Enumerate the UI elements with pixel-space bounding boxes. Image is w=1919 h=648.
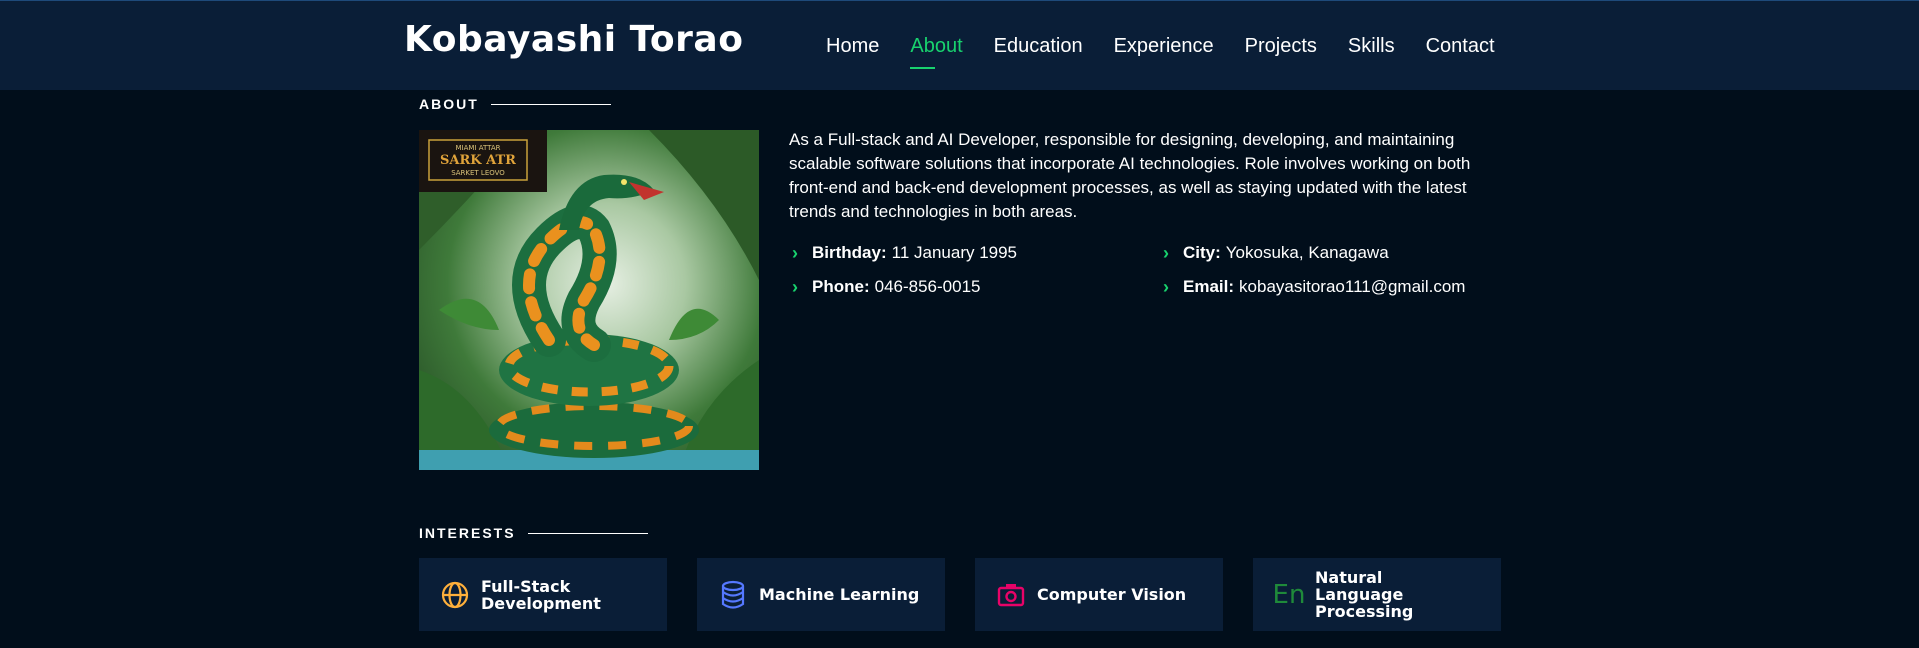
title-divider [527,532,648,534]
interests-section-title: INTERESTS [419,525,648,541]
badge-line-3: SARKET LEOVO [451,169,505,177]
interest-label: Computer Vision [1037,585,1187,604]
camera-icon [995,579,1027,611]
badge-line-2: SARK ATR [440,153,516,168]
about-description: As a Full-stack and AI Developer, respon… [789,130,1471,221]
interest-card-nlp[interactable]: En Natural Language Processing [1253,558,1501,631]
fact-email: › Email: kobayasitorao111@gmail.com [1163,275,1465,299]
fact-label: Phone: [812,277,870,296]
nav-item-contact[interactable]: Contact [1426,31,1495,61]
interest-label: Machine Learning [759,585,920,604]
fact-phone: › Phone: 046-856-0015 [792,275,980,299]
snake-illustration: MIAMI ATTAR SARK ATR SARKET LEOVO [419,130,759,470]
site-logo-text[interactable]: Kobayashi Torao [404,19,743,60]
chevron-right-icon: › [1163,243,1169,263]
top-navbar: Kobayashi Torao Home About Education Exp… [0,0,1919,90]
database-icon [717,579,749,611]
fact-value: Yokosuka, Kanagawa [1225,243,1389,262]
fact-city: › City: Yokosuka, Kanagawa [1163,241,1389,265]
interest-label: Full-Stack Development [481,576,601,613]
fact-value: kobayasitorao111@gmail.com [1239,277,1466,296]
profile-photo: MIAMI ATTAR SARK ATR SARKET LEOVO [419,130,759,470]
interest-card-fullstack[interactable]: Full-Stack Development [419,558,667,631]
nav-item-education[interactable]: Education [994,31,1083,61]
fact-value: 046-856-0015 [874,277,981,296]
interest-label: Natural Language Processing [1315,568,1414,621]
title-divider [490,103,611,105]
interest-card-ml[interactable]: Machine Learning [697,558,945,631]
main-nav: Home About Education Experience Projects… [826,31,1526,69]
interest-card-cv[interactable]: Computer Vision [975,558,1223,631]
fact-value: 11 January 1995 [891,243,1018,262]
fact-label: City: [1183,243,1221,262]
fact-birthday: › Birthday: 11 January 1995 [792,241,1017,265]
nav-item-about[interactable]: About [910,31,963,69]
about-title-text: ABOUT [419,96,479,112]
nav-item-projects[interactable]: Projects [1245,31,1317,61]
about-section-title: ABOUT [419,96,611,112]
chevron-right-icon: › [792,243,798,263]
language-icon: En [1272,579,1306,611]
language-glyph: En [1272,579,1306,610]
nav-item-experience[interactable]: Experience [1114,31,1214,61]
badge-line-1: MIAMI ATTAR [455,144,500,152]
chevron-right-icon: › [1163,277,1169,297]
fact-label: Email: [1183,277,1235,296]
fact-label: Birthday: [812,243,887,262]
globe-icon [439,579,471,611]
nav-item-skills[interactable]: Skills [1348,31,1395,61]
chevron-right-icon: › [792,277,798,297]
nav-item-home[interactable]: Home [826,31,879,61]
interests-title-text: INTERESTS [419,525,516,541]
